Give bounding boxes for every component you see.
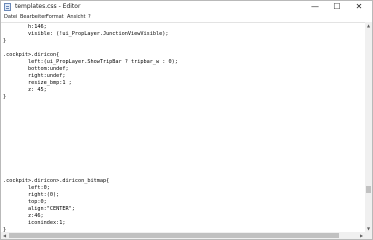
- code-line: iconindex:1;: [3, 220, 66, 226]
- code-line: z:46;: [3, 213, 44, 219]
- code-line: left:(ui_PropLayer.ShowTripBar ? tripbar…: [3, 59, 178, 65]
- vertical-scrollbar[interactable]: ▲ ▼: [365, 22, 372, 232]
- code-line: z: 45;: [3, 87, 47, 93]
- horizontal-scrollbar[interactable]: ◀ ▶: [1, 232, 365, 239]
- scroll-down-arrow-icon[interactable]: ▼: [365, 225, 372, 232]
- menu-bar: Datei Bearbeiten Format Ansicht ?: [1, 13, 372, 22]
- minimize-button[interactable]: —: [304, 1, 326, 13]
- menu-bearbeiten[interactable]: Bearbeiten: [20, 13, 47, 22]
- text-editor-area[interactable]: h:146; visible: (!ui_PropLayer.JunctionV…: [1, 22, 365, 232]
- vertical-scroll-thumb[interactable]: [366, 186, 371, 193]
- code-line: }: [3, 38, 7, 44]
- code-line: right:undef;: [3, 73, 66, 79]
- menu-datei[interactable]: Datei: [4, 13, 17, 22]
- scroll-up-arrow-icon[interactable]: ▲: [365, 22, 372, 29]
- menu-ansicht[interactable]: Ansicht: [67, 13, 85, 22]
- scroll-right-arrow-icon[interactable]: ▶: [358, 232, 365, 239]
- notepad-icon: [4, 3, 11, 11]
- window-title: templates.css - Editor: [15, 3, 81, 10]
- maximize-button[interactable]: ☐: [326, 1, 348, 13]
- code-line: h:146;: [3, 24, 47, 30]
- code-line: .cockpit>.diricon{: [3, 52, 60, 58]
- close-button[interactable]: ✕: [348, 1, 370, 13]
- horizontal-scroll-thumb[interactable]: [9, 233, 339, 238]
- code-line: resize_bmp:1 ;: [3, 80, 72, 86]
- code-line: align:"CENTER";: [3, 206, 75, 212]
- menu-help[interactable]: ?: [88, 13, 91, 22]
- scrollbar-corner: [365, 232, 372, 239]
- code-line: top:0;: [3, 199, 47, 205]
- scroll-left-arrow-icon[interactable]: ◀: [1, 232, 8, 239]
- code-line: .cockpit>.diricon>.diricon_bitmap{: [3, 178, 110, 184]
- title-bar[interactable]: templates.css - Editor — ☐ ✕: [1, 1, 372, 13]
- code-line: visible: (!ui_PropLayer.JunctionViewVisi…: [3, 31, 169, 37]
- code-line: bottom:undef;: [3, 66, 69, 72]
- code-line: left:0;: [3, 185, 50, 191]
- code-line: }: [3, 94, 7, 100]
- editor-window: templates.css - Editor — ☐ ✕ Datei Bearb…: [0, 0, 373, 240]
- menu-format[interactable]: Format: [46, 13, 64, 22]
- code-line: right:(0);: [3, 192, 60, 198]
